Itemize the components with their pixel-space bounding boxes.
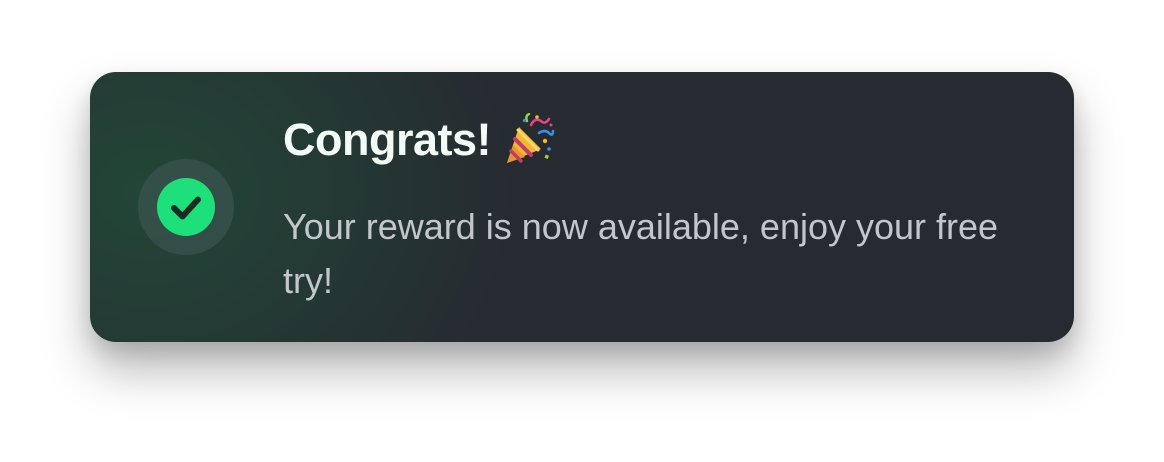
success-toast: Congrats! Your reward is now available, …	[90, 72, 1074, 342]
check-circle-icon	[157, 178, 215, 236]
toast-title: Congrats!	[283, 114, 492, 165]
party-popper-icon	[507, 113, 555, 163]
status-icon-ring	[138, 159, 234, 255]
toast-title-row: Congrats!	[283, 112, 555, 168]
toast-message: Your reward is now available, enjoy your…	[283, 206, 999, 301]
